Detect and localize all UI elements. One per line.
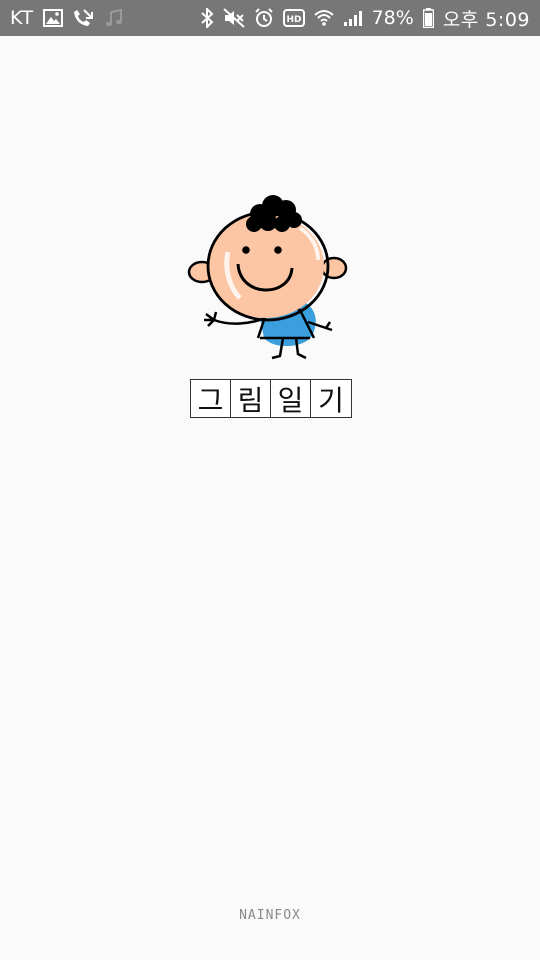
waving-boy-mascot-icon (187, 195, 348, 360)
status-bar: KT HD 78% 오후 5:09 (0, 0, 540, 36)
clock-time: 오후 5:09 (442, 8, 530, 31)
call-forward-icon (72, 8, 96, 28)
battery-percent: 78% (371, 7, 414, 29)
hd-icon: HD (282, 9, 305, 27)
title-char: 기 (318, 383, 344, 417)
svg-text:HD: HD (286, 15, 301, 25)
title-char: 그 (191, 380, 231, 417)
carrier-label: KT (10, 7, 34, 29)
status-bar-left: KT (10, 7, 123, 29)
alarm-icon (254, 8, 274, 28)
title-char: 일 (271, 380, 311, 417)
battery-icon (422, 8, 434, 28)
wifi-icon (313, 9, 334, 27)
mute-icon (222, 8, 245, 28)
bluetooth-icon (200, 8, 214, 28)
title-char: 림 (231, 380, 271, 417)
music-note-icon (105, 9, 123, 27)
developer-brand: NAINFOX (239, 908, 301, 923)
app-title-boxes: 그 림 일 기 (190, 379, 352, 418)
status-bar-right: HD 78% 오후 5:09 (200, 5, 530, 32)
image-icon (42, 9, 63, 27)
splash-screen: 그 림 일 기 NAINFOX (0, 36, 540, 960)
signal-icon (343, 9, 363, 27)
